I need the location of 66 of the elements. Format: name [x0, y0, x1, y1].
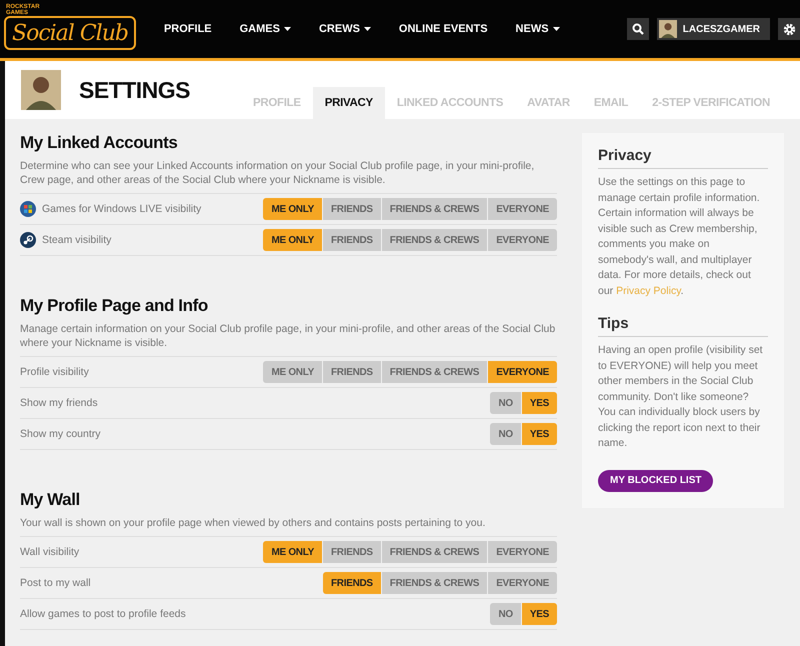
- section-description: Determine who can see your Linked Accounts information on your Social Club profile page, in your mini-profile, Crew page, and other areas of the Social Club where your Nickname is visible.: [20, 159, 536, 187]
- option-button[interactable]: FRIENDS & CREWS: [382, 229, 488, 251]
- tips-text: Having an open profile (visibility set to EVERYONE) will help you meet other members in the Social Club community. Don't like someone? You can individually block users by clicking the report icon next to their name.: [598, 343, 764, 451]
- setting-label: Profile visibility: [20, 366, 89, 378]
- section-title: My Wall: [20, 490, 81, 510]
- privacy-text: Use the settings on this page to manage certain profile information. Certain information will always be visible such as Crew membership, comments you make on somebody's wall, and multiplayer data. For more details, check out our Privacy Policy.: [598, 175, 761, 298]
- privacy-policy-link[interactable]: Privacy Policy: [616, 284, 681, 296]
- option-button[interactable]: ME ONLY: [263, 229, 322, 251]
- option-button[interactable]: ME ONLY: [263, 198, 322, 220]
- setting-label: Post to my wall: [20, 577, 91, 589]
- sidebar-heading: Privacy: [598, 147, 768, 169]
- option-button[interactable]: FRIENDS: [322, 361, 381, 383]
- page-title: SETTINGS: [79, 76, 190, 104]
- option-button[interactable]: EVERYONE: [488, 361, 557, 383]
- search-button[interactable]: [626, 18, 649, 40]
- option-button[interactable]: FRIENDS: [322, 541, 381, 563]
- option-button[interactable]: YES: [522, 603, 557, 625]
- nav-item[interactable]: NEWS: [502, 23, 574, 35]
- option-button[interactable]: FRIENDS: [322, 198, 381, 220]
- nav-item[interactable]: CREWS: [304, 23, 385, 35]
- option-button[interactable]: ME ONLY: [263, 541, 322, 563]
- section-description: Your wall is shown on your profile page when viewed by others and contains posts pertaining to you.: [20, 516, 486, 530]
- section-title: My Linked Accounts: [20, 133, 178, 153]
- blocked-list-button[interactable]: MY BLOCKED LIST: [598, 470, 714, 492]
- option-button[interactable]: EVERYONE: [488, 198, 557, 220]
- section-description: Manage certain information on your Social Club profile page, in your mini-profile, and other areas of the Social Club where your Nickname is visible.: [20, 322, 556, 350]
- caret-icon: [284, 27, 291, 31]
- steam-icon: [20, 232, 36, 248]
- option-button[interactable]: NO: [490, 392, 521, 414]
- option-button[interactable]: EVERYONE: [488, 541, 557, 563]
- user-menu[interactable]: LACESZGAMER: [656, 18, 770, 40]
- option-button[interactable]: ME ONLY: [263, 361, 322, 383]
- setting-label: Games for Windows LIVE visibility: [42, 203, 202, 215]
- settings-icon: [782, 22, 796, 36]
- option-button[interactable]: FRIENDS & CREWS: [382, 541, 488, 563]
- settings-button[interactable]: [778, 18, 800, 40]
- windows-icon: [20, 201, 36, 217]
- option-button[interactable]: FRIENDS & CREWS: [382, 572, 488, 594]
- settings-tab[interactable]: PRIVACY: [312, 87, 385, 119]
- option-button[interactable]: YES: [522, 392, 557, 414]
- section-title: My Profile Page and Info: [20, 296, 209, 316]
- setting-label: Steam visibility: [42, 234, 112, 246]
- avatar-icon: [658, 20, 677, 38]
- setting-label: Show my country: [20, 428, 101, 440]
- setting-label: Show my friends: [20, 397, 98, 409]
- nav-item[interactable]: PROFILE: [150, 23, 226, 35]
- search-icon: [632, 23, 644, 35]
- caret-icon: [364, 27, 371, 31]
- sidebar-heading: Tips: [598, 315, 768, 337]
- nav-item[interactable]: GAMES: [226, 23, 305, 35]
- option-button[interactable]: NO: [490, 423, 521, 445]
- option-button[interactable]: EVERYONE: [488, 229, 557, 251]
- option-button[interactable]: NO: [490, 603, 521, 625]
- setting-label: Wall visibility: [20, 546, 80, 558]
- option-button[interactable]: FRIENDS & CREWS: [382, 198, 488, 220]
- logo-text: Social Club: [12, 20, 128, 46]
- option-button[interactable]: FRIENDS & CREWS: [382, 361, 488, 383]
- nav-item[interactable]: ONLINE EVENTS: [384, 23, 502, 35]
- setting-label: Allow games to post to profile feeds: [20, 608, 186, 620]
- option-button[interactable]: EVERYONE: [488, 572, 557, 594]
- option-button[interactable]: YES: [522, 423, 557, 445]
- caret-icon: [552, 27, 560, 31]
- option-button[interactable]: FRIENDS: [322, 572, 381, 594]
- username: LACESZGAMER: [682, 24, 760, 34]
- avatar-icon: [21, 70, 61, 110]
- option-button[interactable]: FRIENDS: [322, 229, 381, 251]
